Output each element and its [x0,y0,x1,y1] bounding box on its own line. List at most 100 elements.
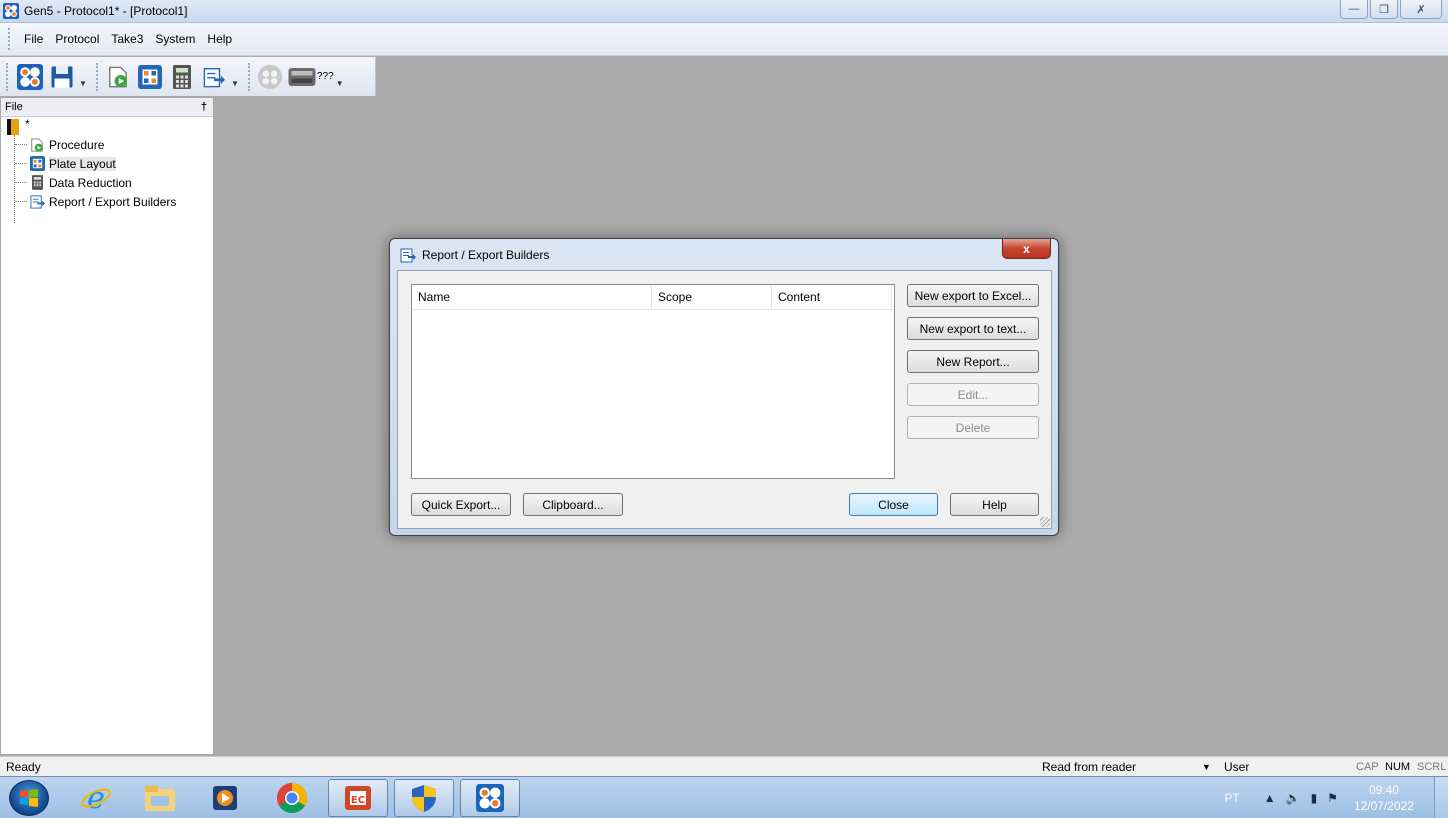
column-header-name[interactable]: Name [412,285,652,309]
action-center-flag-icon[interactable]: ⚑ [1327,791,1338,805]
resize-grip[interactable] [1040,517,1050,527]
dialog-titlebar[interactable]: Report / Export Builders [400,247,549,263]
protocol-tree: * Procedure Plate Layout Data Reduction … [1,117,213,223]
menu-file[interactable]: File [18,29,49,49]
close-button[interactable]: Close [849,493,938,516]
tree-item-plate-layout[interactable]: Plate Layout [1,154,213,173]
menu-protocol[interactable]: Protocol [49,29,105,49]
column-header-scope[interactable]: Scope [652,285,772,309]
minimize-button[interactable]: — [1340,0,1368,19]
plate-reader-disabled-icon [257,64,283,89]
file-panel-title: File [5,101,23,113]
taskbar-media-player[interactable] [195,779,255,817]
builders-list[interactable]: Name Scope Content [411,284,895,479]
new-task-button[interactable] [15,62,45,92]
tree-item-procedure[interactable]: Procedure [1,135,213,154]
gen5-app-icon [3,3,19,19]
presentation-app-icon: EC [345,786,371,810]
media-player-icon [213,786,237,810]
show-desktop-button[interactable] [1434,777,1448,818]
report-export-button[interactable] [199,62,229,92]
start-button[interactable] [9,780,49,816]
show-hidden-icons-icon[interactable]: ▲ [1264,791,1276,805]
data-reduction-button[interactable] [167,62,197,92]
report-export-builders-dialog: Report / Export Builders x Name Scope Co… [389,238,1059,536]
help-button[interactable]: Help [950,493,1039,516]
taskbar-chrome[interactable] [262,779,322,817]
menubar-grip[interactable] [8,28,11,50]
procedure-icon [31,137,43,152]
read-plate-button[interactable] [255,62,285,92]
network-icon[interactable]: ▮ [1311,791,1318,805]
restore-button[interactable]: ❐ [1370,0,1398,19]
chrome-icon [276,783,308,814]
volume-muted-icon[interactable]: 🔈 [1286,791,1301,805]
procedure-icon [109,66,127,87]
internet-explorer-icon: e [81,782,111,814]
reader-label: ??? [317,71,334,82]
system-tray: PT ▲ 🔈 ▮ ⚑ 09:40 12/07/2022 [1224,777,1448,818]
gen5-app-icon [476,784,504,812]
procedure-button[interactable] [103,62,133,92]
taskbar-internet-explorer[interactable]: e [66,779,126,817]
window-controls: — ❐ ✗ [1340,0,1442,19]
tree-item-report-export-builders[interactable]: Report / Export Builders [1,192,213,211]
calculator-icon [173,64,191,89]
num-indicator: NUM [1385,761,1411,773]
save-button[interactable] [47,62,77,92]
close-icon: ✗ [1416,3,1426,16]
list-header: Name Scope Content [412,285,894,310]
save-dropdown-arrow[interactable]: ▼ [79,65,87,88]
new-export-excel-button[interactable]: New export to Excel... [907,284,1039,307]
close-window-button[interactable]: ✗ [1400,0,1442,19]
tree-root[interactable]: * [1,117,213,135]
scrl-indicator: SCRL [1417,761,1447,773]
minimize-icon: — [1348,3,1360,15]
column-header-content[interactable]: Content [772,285,892,309]
svg-text:e: e [87,782,105,814]
plate-layout-icon [138,64,162,89]
clock-time: 09:40 [1368,783,1399,797]
main-toolbar: ▼ ▼ ??? ▼ [0,57,376,96]
windows-logo-icon [20,789,38,807]
reader-device-icon [288,67,316,86]
plate-layout-button[interactable] [135,62,165,92]
tree-item-data-reduction[interactable]: Data Reduction [1,173,213,192]
new-report-button[interactable]: New Report... [907,350,1039,373]
taskbar-security-center[interactable] [394,779,454,817]
menu-help[interactable]: Help [201,29,238,49]
dialog-close-button[interactable]: x [1002,239,1051,259]
clock[interactable]: 09:40 12/07/2022 [1354,782,1414,814]
menu-take3[interactable]: Take3 [105,29,149,49]
new-export-text-button[interactable]: New export to text... [907,317,1039,340]
svg-text:EC: EC [351,795,365,806]
pin-icon[interactable]: † [201,101,207,113]
dialog-body: Name Scope Content New export to Excel..… [397,270,1052,529]
report-dropdown-arrow[interactable]: ▼ [231,65,239,88]
menu-system[interactable]: System [149,29,201,49]
clock-date: 12/07/2022 [1353,799,1414,813]
windows-taskbar: e EC PT ▲ 🔈 ▮ ⚑ 09:40 12/07/2022 [0,776,1448,818]
user-dropdown-arrow[interactable]: ▼ [1202,762,1211,772]
protocol-file-icon [7,119,19,135]
tree-item-label: Report / Export Builders [49,194,177,209]
data-reduction-icon [31,175,43,190]
edit-button[interactable]: Edit... [907,383,1039,406]
tree-item-label: Procedure [49,137,105,152]
language-indicator[interactable]: PT [1224,791,1239,805]
taskbar-gen5[interactable] [460,779,520,817]
reader-dropdown-arrow[interactable]: ▼ [336,65,344,88]
restore-icon: ❐ [1379,3,1389,16]
window-title: Gen5 - Protocol1* - [Protocol1] [24,4,188,18]
status-bar: Ready Read from reader ▼ User CAP NUM SC… [0,756,1448,776]
taskbar-presentation-app[interactable]: EC [328,779,388,817]
clipboard-button[interactable]: Clipboard... [523,493,623,516]
dialog-title: Report / Export Builders [422,248,550,262]
plate-layout-icon [29,156,45,171]
toolbar-grip[interactable] [6,62,9,91]
taskbar-file-explorer[interactable] [130,779,190,817]
quick-export-button[interactable]: Quick Export... [411,493,511,516]
reader-device-button[interactable] [287,62,317,92]
delete-button[interactable]: Delete [907,416,1039,439]
cap-indicator: CAP [1356,761,1379,773]
